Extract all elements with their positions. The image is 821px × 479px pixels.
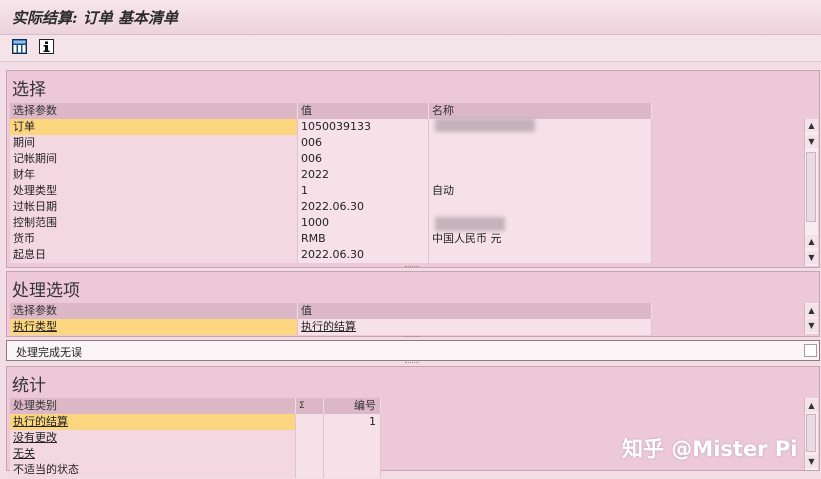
table-row[interactable]: 财年 2022 <box>10 167 652 183</box>
count-cell: 1 <box>324 414 381 430</box>
scroll-thumb[interactable] <box>806 414 816 452</box>
table-row[interactable]: 货币 RMB 中国人民币 元 <box>10 231 652 247</box>
statistics-vertical-scrollbar[interactable]: ▲ ▼ <box>804 398 818 470</box>
name-cell[interactable] <box>429 199 652 215</box>
scroll-down-icon[interactable]: ▼ <box>805 455 818 468</box>
scroll-up-icon[interactable]: ▲ <box>805 304 818 317</box>
column-header-value[interactable]: 值 <box>298 103 429 119</box>
sum-cell <box>296 414 324 430</box>
scroll-down-icon[interactable]: ▼ <box>805 319 818 332</box>
scroll-down-icon[interactable]: ▼ <box>805 135 818 148</box>
column-header-sum[interactable]: Σ <box>296 398 324 414</box>
column-header-name[interactable]: 名称 <box>429 103 652 119</box>
value-cell[interactable]: 1 <box>298 183 429 199</box>
scroll-down-icon[interactable]: ▼ <box>805 251 818 264</box>
table-header-row: 选择参数 值 <box>10 303 652 319</box>
count-cell <box>324 462 381 478</box>
scroll-up-icon[interactable]: ▲ <box>805 399 818 412</box>
table-row[interactable]: 起息日 2022.06.30 <box>10 247 652 263</box>
value-cell[interactable]: 2022.06.30 <box>298 199 429 215</box>
param-cell[interactable]: 控制范围 <box>10 215 298 231</box>
table-row[interactable]: 执行的结算 1 <box>10 414 381 430</box>
param-cell[interactable]: 处理类型 <box>10 183 298 199</box>
param-cell[interactable]: 过帐日期 <box>10 199 298 215</box>
name-cell[interactable] <box>429 167 652 183</box>
table-row[interactable]: 执行类型 执行的结算 <box>10 319 652 335</box>
name-cell[interactable] <box>429 151 652 167</box>
table-row[interactable]: 不适当的状态 <box>10 462 381 478</box>
column-header-value[interactable]: 值 <box>298 303 652 319</box>
scroll-thumb[interactable] <box>806 152 816 222</box>
param-cell[interactable]: 起息日 <box>10 247 298 263</box>
category-cell[interactable]: 不适当的状态 <box>10 462 296 478</box>
options-vertical-scrollbar[interactable]: ▲ ▼ <box>804 303 818 334</box>
selection-section-title: 选择 <box>12 80 46 100</box>
value-cell[interactable]: 006 <box>298 135 429 151</box>
table-row[interactable]: 控制范围 1000 <box>10 215 652 231</box>
options-section-title: 处理选项 <box>12 281 80 301</box>
sum-cell <box>296 430 324 446</box>
count-cell <box>324 446 381 462</box>
column-header-param[interactable]: 选择参数 <box>10 303 298 319</box>
status-message-text: 处理完成无误 <box>16 346 82 359</box>
value-cell[interactable]: 2022 <box>298 167 429 183</box>
count-cell <box>324 430 381 446</box>
table-row[interactable]: 无关 <box>10 446 381 462</box>
name-cell[interactable] <box>429 135 652 151</box>
sum-cell <box>296 462 324 478</box>
selection-section: 选择 选择参数 值 名称 订单 1050039133 期间 006 记帐期间 006 财年 2… <box>6 70 820 268</box>
option-param-cell[interactable]: 执行类型 <box>10 319 298 335</box>
option-value-cell[interactable]: 执行的结算 <box>298 319 652 335</box>
table-row[interactable]: 期间 006 <box>10 135 652 151</box>
value-cell[interactable]: RMB <box>298 231 429 247</box>
value-cell[interactable]: 1050039133 <box>298 119 429 135</box>
column-header-category[interactable]: 处理类别 <box>10 398 296 414</box>
title-bar: 实际结算: 订单 基本清单 <box>0 0 821 35</box>
table-header-row: 处理类别 Σ 编号 <box>10 398 381 414</box>
value-cell[interactable]: 1000 <box>298 215 429 231</box>
info-icon[interactable] <box>39 39 54 54</box>
redacted-name-blur <box>435 118 535 132</box>
watermark-text: 知乎 @Mister Pi <box>622 437 798 461</box>
table-row[interactable]: 过帐日期 2022.06.30 <box>10 199 652 215</box>
table-row[interactable]: 记帐期间 006 <box>10 151 652 167</box>
splitter-handle[interactable] <box>405 266 419 270</box>
scroll-up-icon[interactable]: ▲ <box>805 119 818 132</box>
param-cell[interactable]: 期间 <box>10 135 298 151</box>
table-row[interactable]: 处理类型 1 自动 <box>10 183 652 199</box>
category-cell[interactable]: 执行的结算 <box>10 414 296 430</box>
table-header-row: 选择参数 值 名称 <box>10 103 652 119</box>
column-header-number[interactable]: 编号 <box>324 398 381 414</box>
category-cell[interactable]: 无关 <box>10 446 296 462</box>
name-cell[interactable]: 中国人民币 元 <box>429 231 652 247</box>
window-title: 实际结算: 订单 基本清单 <box>12 9 178 27</box>
name-cell[interactable] <box>429 247 652 263</box>
category-cell[interactable]: 没有更改 <box>10 430 296 446</box>
scroll-up-icon[interactable]: ▲ <box>805 235 818 248</box>
param-cell[interactable]: 财年 <box>10 167 298 183</box>
options-section: 处理选项 选择参数 值 执行类型 执行的结算 ▲ ▼ <box>6 271 820 337</box>
param-cell[interactable]: 货币 <box>10 231 298 247</box>
selection-vertical-scrollbar[interactable]: ▲ ▼ ▲ ▼ <box>804 119 818 266</box>
table-row[interactable]: 没有更改 <box>10 430 381 446</box>
layout-icon[interactable] <box>12 39 27 54</box>
status-message-bar: 处理完成无误 <box>6 340 820 361</box>
message-checkbox[interactable] <box>804 344 817 357</box>
value-cell[interactable]: 006 <box>298 151 429 167</box>
name-cell[interactable]: 自动 <box>429 183 652 199</box>
statistics-section-title: 统计 <box>12 376 46 396</box>
redacted-name-blur <box>435 217 505 231</box>
table-row[interactable]: 订单 1050039133 <box>10 119 652 135</box>
value-cell[interactable]: 2022.06.30 <box>298 247 429 263</box>
param-cell[interactable]: 记帐期间 <box>10 151 298 167</box>
param-cell[interactable]: 订单 <box>10 119 298 135</box>
application-toolbar <box>0 35 821 62</box>
sum-cell <box>296 446 324 462</box>
column-header-param[interactable]: 选择参数 <box>10 103 298 119</box>
